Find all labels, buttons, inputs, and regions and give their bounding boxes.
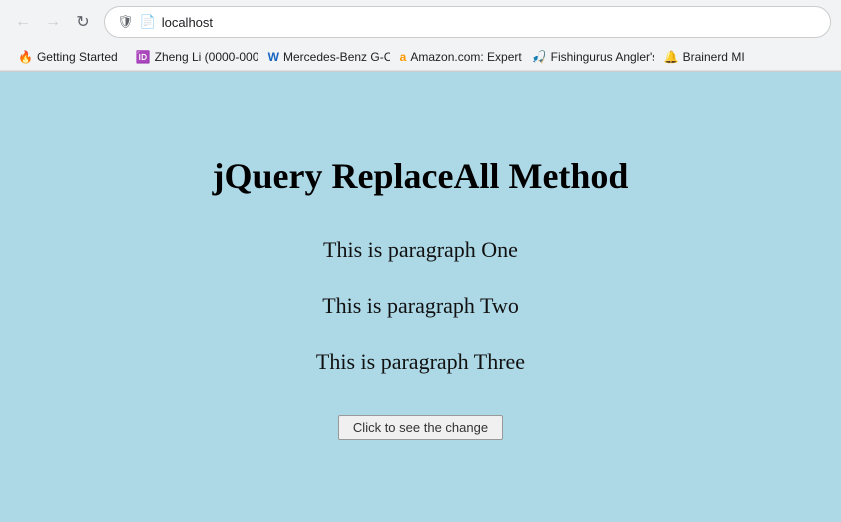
see-change-button[interactable]: Click to see the change xyxy=(338,415,503,440)
bookmark-label-zheng-li: Zheng Li (0000-0002-3... xyxy=(155,50,258,64)
bookmark-icon-mercedes: W xyxy=(268,50,279,64)
page-content: jQuery ReplaceAll Method This is paragra… xyxy=(0,72,841,522)
bookmark-label-mercedes: Mercedes-Benz G-Clas... xyxy=(283,50,390,64)
bookmark-icon-brainerd: 🔔 xyxy=(664,50,679,64)
paragraph-one: This is paragraph One xyxy=(323,237,518,263)
reload-button[interactable]: ↻ xyxy=(70,9,96,35)
bookmark-icon-zheng-li: 🆔 xyxy=(136,50,151,64)
bookmark-icon-amazon: a xyxy=(400,50,407,64)
back-button[interactable]: ← xyxy=(10,9,36,35)
page-icon: 📄 xyxy=(140,14,156,30)
address-text: localhost xyxy=(162,15,818,30)
bookmark-label-brainerd: Brainerd MI xyxy=(683,50,745,64)
bookmark-fishingurus[interactable]: 🎣 Fishingurus Angler's I... xyxy=(524,47,654,67)
bookmark-brainerd[interactable]: 🔔 Brainerd MI xyxy=(656,47,753,67)
security-icon: 🛡 xyxy=(117,14,134,30)
bookmark-icon-getting-started: 🔥 xyxy=(18,50,33,64)
bookmark-mercedes[interactable]: W Mercedes-Benz G-Clas... xyxy=(260,47,390,67)
page-title: jQuery ReplaceAll Method xyxy=(213,155,629,197)
forward-button[interactable]: → xyxy=(40,9,66,35)
bookmark-label-getting-started: Getting Started xyxy=(37,50,118,64)
bookmark-label-amazon: Amazon.com: ExpertP... xyxy=(410,50,521,64)
address-bar-container[interactable]: 🛡 📄 localhost xyxy=(104,6,831,38)
paragraph-three: This is paragraph Three xyxy=(316,349,525,375)
bookmark-zheng-li[interactable]: 🆔 Zheng Li (0000-0002-3... xyxy=(128,47,258,67)
browser-chrome: ← → ↻ 🛡 📄 localhost 🔥 Getting Started 🆔 … xyxy=(0,0,841,72)
bookmarks-bar: 🔥 Getting Started 🆔 Zheng Li (0000-0002-… xyxy=(0,44,841,71)
nav-buttons: ← → ↻ xyxy=(10,9,96,35)
bookmark-label-fishingurus: Fishingurus Angler's I... xyxy=(551,50,654,64)
bookmark-icon-fishingurus: 🎣 xyxy=(532,50,547,64)
paragraph-two: This is paragraph Two xyxy=(322,293,519,319)
bookmark-amazon[interactable]: a Amazon.com: ExpertP... xyxy=(392,47,522,67)
browser-toolbar: ← → ↻ 🛡 📄 localhost xyxy=(0,0,841,44)
bookmark-getting-started[interactable]: 🔥 Getting Started xyxy=(10,47,126,67)
